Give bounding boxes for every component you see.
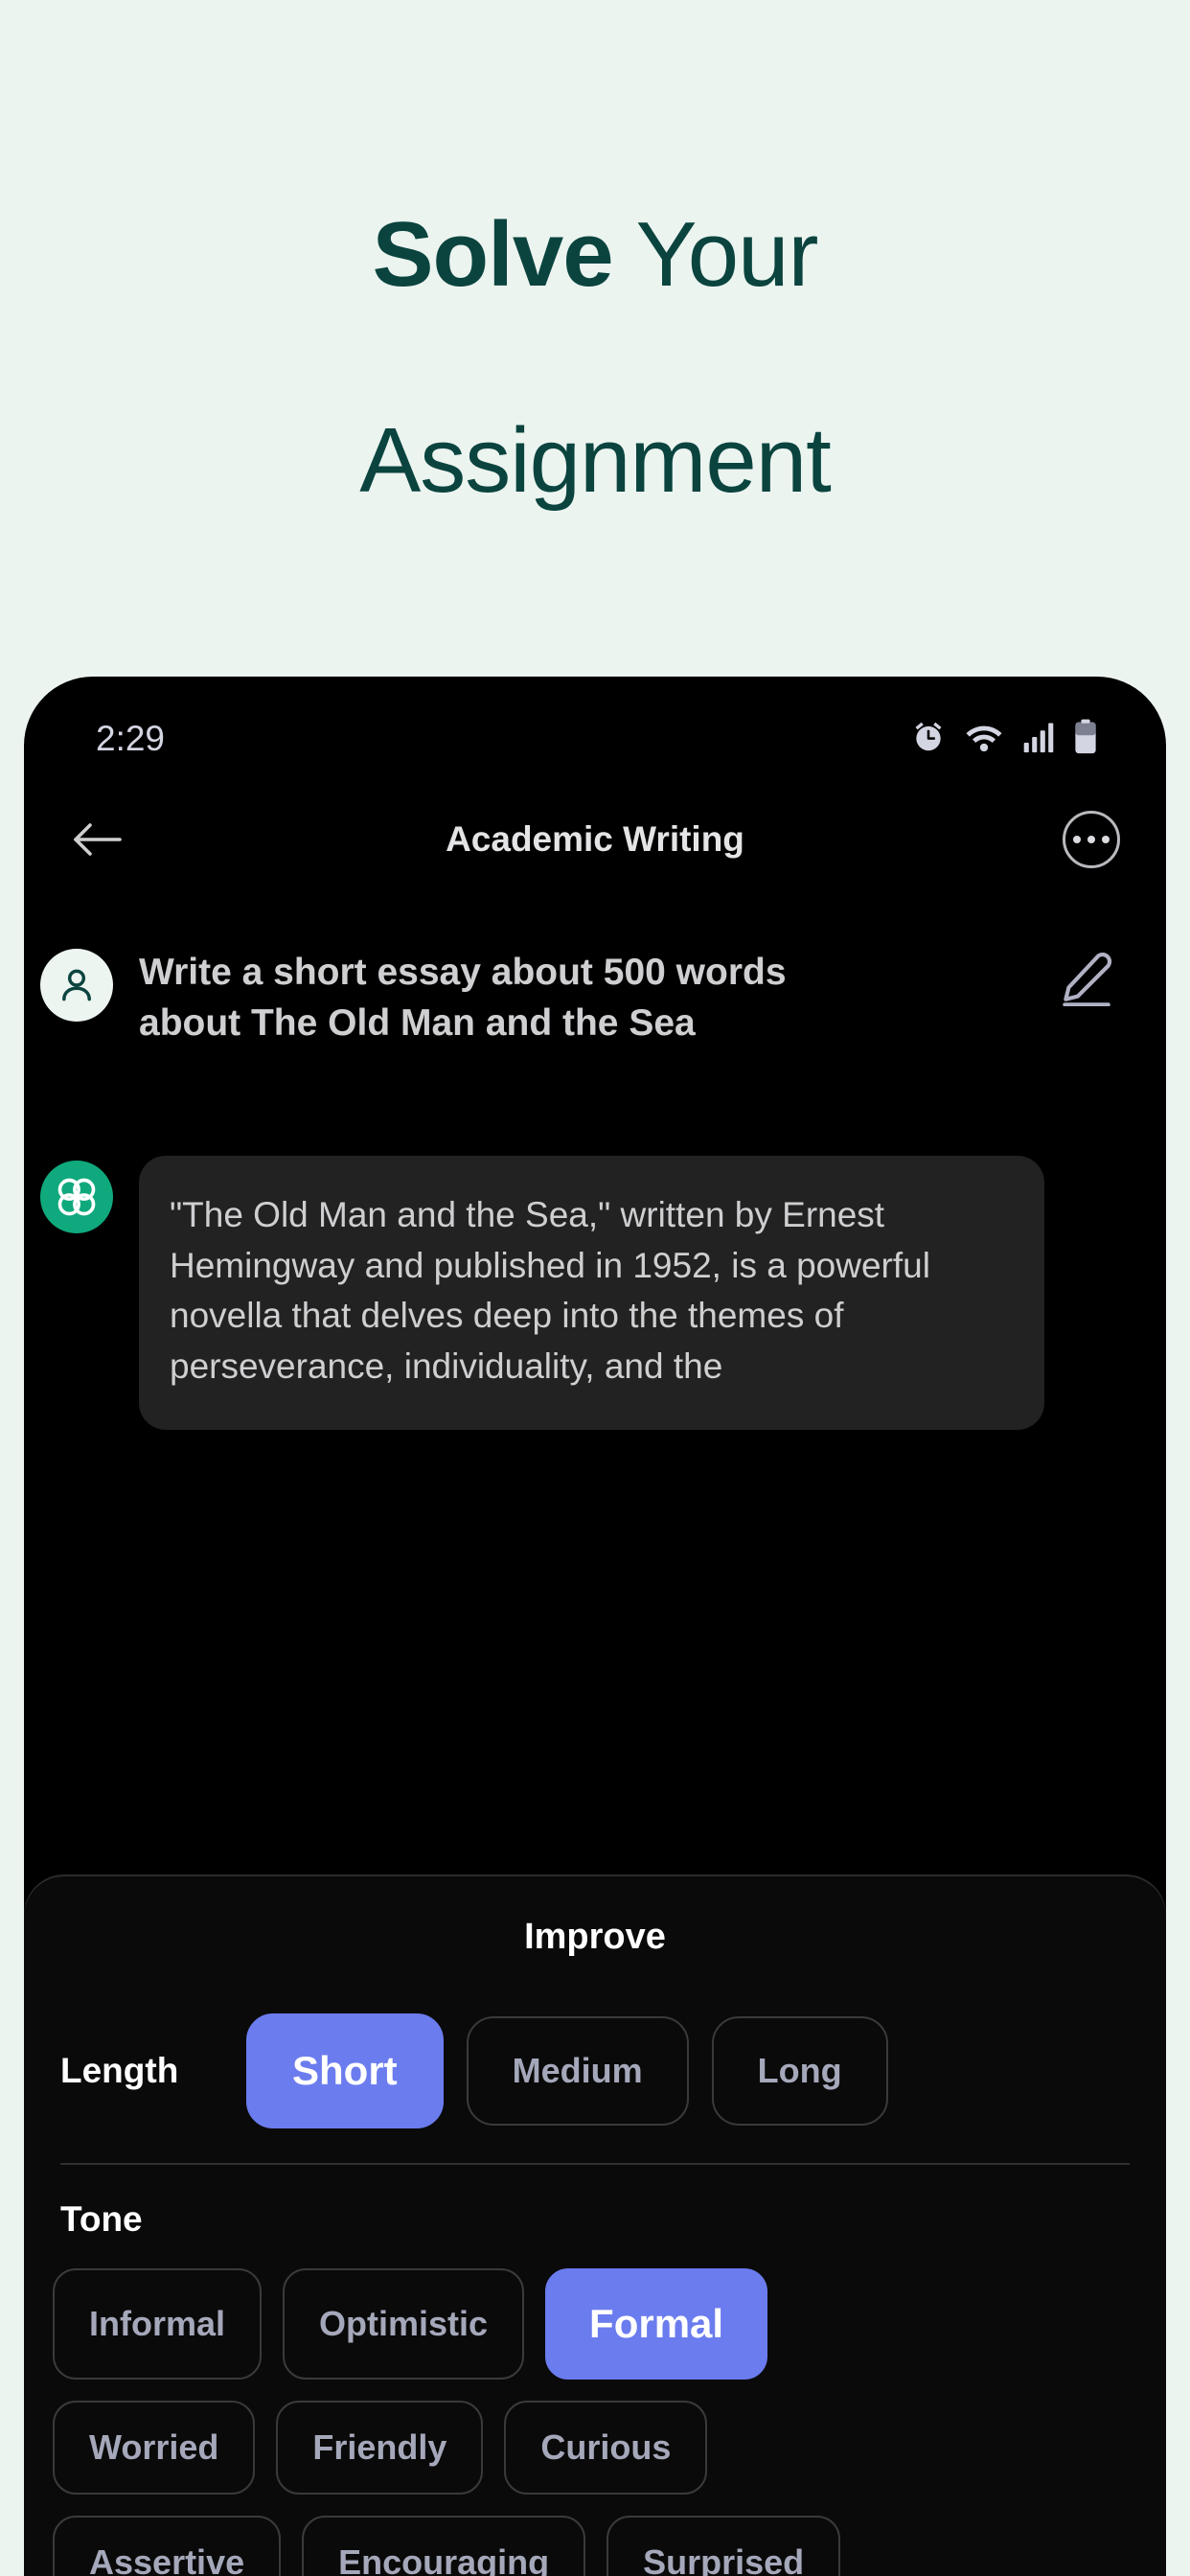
user-avatar-icon: [40, 949, 113, 1022]
tone-option-assertive[interactable]: Assertive: [53, 2516, 282, 2576]
sheet-title: Improve: [524, 1917, 666, 1957]
app-bar-title: Academic Writing: [446, 819, 744, 859]
status-bar: 2:29: [24, 677, 1166, 792]
tone-option-informal[interactable]: Informal: [53, 2268, 263, 2380]
user-message-row: Write a short essay about 500 words abou…: [24, 947, 1166, 1048]
length-section: Length Short Medium Long: [24, 2013, 1166, 2128]
status-time: 2:29: [96, 719, 166, 758]
tone-option-friendly[interactable]: Friendly: [276, 2401, 484, 2495]
length-option-long[interactable]: Long: [711, 2016, 888, 2126]
tone-options: Informal Optimistic Formal Worried Frien…: [24, 2268, 1166, 2576]
cellular-signal-icon: [1021, 721, 1056, 753]
ai-message-text: "The Old Man and the Sea," written by Er…: [139, 1156, 1044, 1431]
more-options-icon[interactable]: [1063, 811, 1120, 868]
dot: [1073, 836, 1081, 843]
tone-option-encouraging[interactable]: Encouraging: [302, 2516, 586, 2576]
tone-option-optimistic[interactable]: Optimistic: [283, 2268, 525, 2380]
edit-pencil-icon[interactable]: [1056, 947, 1115, 1007]
alarm-clock-icon: [910, 719, 947, 755]
chat-thread: Write a short essay about 500 words abou…: [24, 887, 1166, 1683]
tone-option-surprised[interactable]: Surprised: [606, 2516, 841, 2576]
status-icon-group: [910, 719, 1097, 755]
tone-option-worried[interactable]: Worried: [53, 2401, 256, 2495]
wifi-icon: [965, 721, 1003, 753]
app-bar: Academic Writing: [24, 792, 1166, 887]
headline-line2: Assignment: [359, 408, 832, 512]
user-message-text: Write a short essay about 500 words abou…: [139, 952, 787, 1045]
tone-row: Worried Friendly Curious: [53, 2401, 1137, 2495]
page-title: Solve Your Assignment: [0, 100, 1190, 512]
promo-screenshot: Solve Your Assignment 2:29 Academic Writ…: [0, 0, 1190, 2576]
improve-sheet: Improve Length Short Medium Long Tone In…: [24, 1876, 1166, 2576]
tone-option-curious[interactable]: Curious: [504, 2401, 708, 2495]
battery-icon: [1074, 719, 1097, 755]
headline-bold: Solve: [372, 202, 613, 306]
tone-label: Tone: [60, 2199, 143, 2239]
tone-row: Assertive Encouraging Surprised: [53, 2516, 1137, 2576]
dot: [1087, 836, 1095, 843]
dot: [1102, 836, 1110, 843]
ai-message-row: "The Old Man and the Sea," written by Er…: [24, 1156, 1166, 1431]
length-option-short[interactable]: Short: [246, 2013, 444, 2128]
length-option-medium[interactable]: Medium: [466, 2016, 689, 2126]
length-label: Length: [60, 2051, 179, 2090]
section-divider: [60, 2163, 1130, 2165]
tone-option-formal[interactable]: Formal: [545, 2268, 768, 2380]
app-logo-icon: [40, 1161, 113, 1233]
headline-regular: Your: [612, 202, 819, 306]
tone-row: Informal Optimistic Formal: [53, 2268, 1137, 2380]
phone-frame: 2:29 Academic Writing Write a short essa…: [24, 677, 1166, 2576]
